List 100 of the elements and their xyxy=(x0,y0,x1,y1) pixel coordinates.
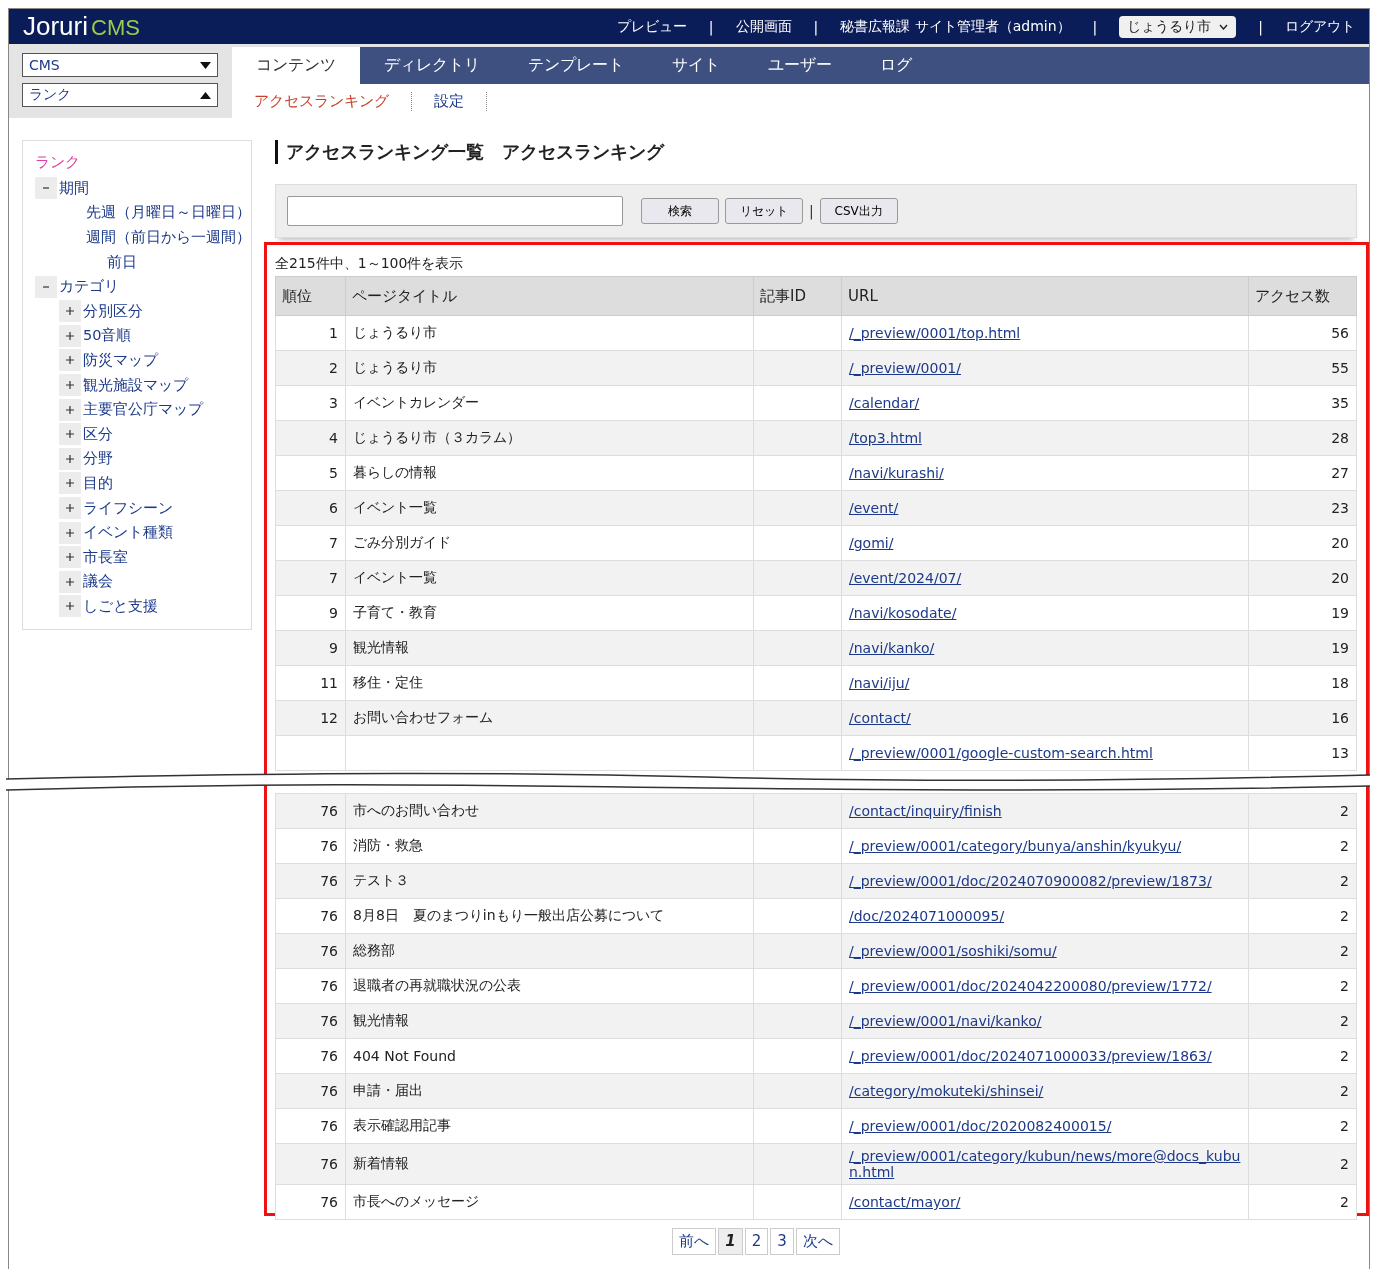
count-cell: 19 xyxy=(1248,595,1357,631)
tab[interactable]: サイト xyxy=(648,47,744,84)
rank-cell: 11 xyxy=(275,665,346,701)
count-cell: 18 xyxy=(1248,665,1357,701)
tree-item[interactable]: カテゴリ xyxy=(57,277,119,297)
rank-cell: 76 xyxy=(275,863,346,899)
count-cell: 28 xyxy=(1248,420,1357,456)
collapse-toggle[interactable] xyxy=(35,275,57,298)
expand-toggle[interactable] xyxy=(59,570,81,593)
rank-cell: 7 xyxy=(275,525,346,561)
rank-cell: 6 xyxy=(275,490,346,526)
tree-item[interactable]: 分野 xyxy=(81,449,113,469)
action-button[interactable]: 検索 xyxy=(641,198,719,224)
expand-toggle[interactable] xyxy=(59,521,81,544)
plus-icon xyxy=(65,380,75,391)
prev-page-link[interactable]: 前へ xyxy=(672,1228,717,1255)
next-page-link[interactable]: 次へ xyxy=(795,1228,840,1255)
count-cell: 56 xyxy=(1248,315,1357,351)
column-header: アクセス数 xyxy=(1248,276,1357,316)
header-link[interactable]: 公開画面 xyxy=(735,17,792,36)
rank-cell: 76 xyxy=(275,793,346,829)
page-link[interactable]: 3 xyxy=(770,1228,794,1255)
plus-icon xyxy=(65,355,75,366)
tree-item[interactable]: イベント種類 xyxy=(81,523,173,543)
plus-icon xyxy=(65,527,75,538)
tree-item[interactable]: しごと支援 xyxy=(81,596,158,616)
column-header: URL xyxy=(841,276,1249,316)
tab[interactable]: ログ xyxy=(856,47,936,84)
count-cell: 20 xyxy=(1248,525,1357,561)
tree-item[interactable]: 主要官公庁マップ xyxy=(81,400,203,420)
tab[interactable]: テンプレート xyxy=(504,47,648,84)
expand-toggle[interactable] xyxy=(59,595,81,618)
tree-item[interactable]: 期間 xyxy=(57,178,89,198)
tree-item[interactable]: 前日 xyxy=(105,252,137,272)
header-link[interactable]: プレビュー xyxy=(616,17,687,36)
expand-toggle[interactable] xyxy=(59,374,81,397)
search-field[interactable] xyxy=(287,196,623,226)
title-cell: 表示確認用記事 xyxy=(345,1108,754,1144)
rank-cell: 76 xyxy=(275,1108,346,1144)
tree-item[interactable]: 区分 xyxy=(81,424,113,444)
sub-nav-link[interactable]: 設定 xyxy=(434,91,487,111)
dropdown[interactable]: ランク xyxy=(22,83,218,107)
tab[interactable]: コンテンツ xyxy=(232,47,360,84)
action-button[interactable]: CSV出力 xyxy=(819,198,898,224)
dropdown[interactable]: CMS xyxy=(22,53,218,77)
expand-toggle[interactable] xyxy=(59,423,81,446)
rank-cell: 76 xyxy=(275,968,346,1004)
rank-cell: 76 xyxy=(275,1038,346,1074)
count-cell: 19 xyxy=(1248,630,1357,666)
tab[interactable]: ユーザー xyxy=(744,47,856,84)
sub-nav-link[interactable]: アクセスランキング xyxy=(254,91,412,111)
expand-toggle[interactable] xyxy=(59,324,81,347)
action-button[interactable]: リセット xyxy=(725,198,803,224)
user-name: 秘書広報課 サイト管理者（admin） xyxy=(840,17,1071,36)
title-cell: 子育て・教育 xyxy=(345,595,754,631)
column-header: ページタイトル xyxy=(345,276,754,316)
separator: | xyxy=(809,203,814,219)
expand-toggle[interactable] xyxy=(59,300,81,323)
expand-toggle[interactable] xyxy=(59,472,81,495)
title-cell: じょうるり市 xyxy=(345,350,754,386)
tree-item[interactable]: ライフシーン xyxy=(81,498,173,518)
tree-item[interactable]: 週間（前日から一週間） xyxy=(84,228,251,247)
tree-item[interactable]: 観光施設マップ xyxy=(81,375,188,395)
title-cell: テスト３ xyxy=(345,863,754,899)
rank-cell: 7 xyxy=(275,560,346,596)
rank-cell: 9 xyxy=(275,630,346,666)
title-cell: 404 Not Found xyxy=(345,1038,754,1074)
plus-icon xyxy=(65,429,75,440)
rank-cell: 3 xyxy=(275,385,346,421)
rank-cell: 5 xyxy=(275,455,346,491)
separator: | xyxy=(813,18,819,35)
tree-item[interactable]: 防災マップ xyxy=(81,350,158,370)
count-cell: 2 xyxy=(1248,1003,1357,1039)
tree-item[interactable]: 市長室 xyxy=(81,547,128,567)
tree-item[interactable]: 先週（月曜日～日曜日） xyxy=(84,203,251,223)
tree-item[interactable]: 分別区分 xyxy=(81,301,143,321)
header-link[interactable]: ログアウト xyxy=(1285,17,1355,36)
tree-item[interactable]: 議会 xyxy=(81,572,113,592)
count-cell: 55 xyxy=(1248,350,1357,386)
title-cell: 市へのお問い合わせ xyxy=(345,793,754,829)
expand-toggle[interactable] xyxy=(59,398,81,421)
tab[interactable]: ディレクトリ xyxy=(360,47,504,84)
expand-toggle[interactable] xyxy=(59,349,81,372)
title-cell: 観光情報 xyxy=(345,1003,754,1039)
count-cell: 2 xyxy=(1248,933,1357,969)
count-cell: 2 xyxy=(1248,898,1357,934)
site-select[interactable]: じょうるり市 xyxy=(1119,15,1237,38)
count-cell: 2 xyxy=(1248,793,1357,829)
page-link[interactable]: 1 xyxy=(718,1228,743,1255)
page-link[interactable]: 2 xyxy=(744,1228,769,1255)
expand-toggle[interactable] xyxy=(59,546,81,569)
tree-item[interactable]: 50音順 xyxy=(81,326,132,346)
tree-item[interactable]: 目的 xyxy=(81,473,113,493)
rank-cell: 76 xyxy=(275,1143,346,1185)
separator: | xyxy=(708,18,714,35)
expand-toggle[interactable] xyxy=(59,447,81,470)
expand-toggle[interactable] xyxy=(59,497,81,519)
plus-icon xyxy=(65,330,75,341)
count-cell: 20 xyxy=(1248,560,1357,596)
collapse-toggle[interactable] xyxy=(35,177,57,200)
